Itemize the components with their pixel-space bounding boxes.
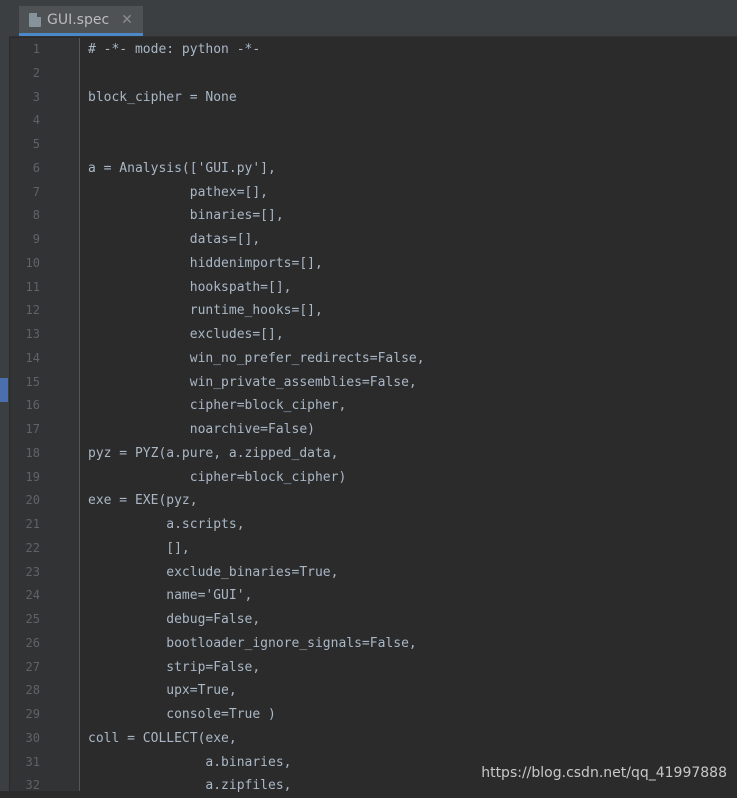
line-number: 27: [25, 659, 40, 674]
code-line: win_private_assemblies=False,: [88, 374, 417, 390]
line-number: 10: [25, 255, 40, 270]
code-line: cipher=block_cipher,: [88, 398, 347, 414]
line-number: 3: [32, 89, 40, 104]
code-line: noarchive=False): [88, 422, 315, 437]
line-number: 17: [25, 422, 40, 436]
code-line: console=True ): [88, 707, 276, 722]
code-line: binaries=[],: [88, 208, 284, 224]
code-line: pathex=[],: [88, 184, 269, 200]
code-line: # -*- mode: python -*-: [88, 42, 261, 57]
code-line: runtime_hooks=[],: [88, 303, 323, 319]
line-number: 28: [25, 683, 40, 698]
close-icon[interactable]: ✕: [121, 12, 133, 28]
line-number: 30: [25, 730, 40, 745]
line-number: 11: [25, 279, 40, 294]
code-line: coll = COLLECT(exe,: [88, 730, 237, 746]
tab-title: GUI.spec: [47, 11, 110, 28]
line-number: 31: [25, 754, 40, 769]
line-number: 14: [25, 350, 40, 365]
code-line: excludes=[],: [88, 327, 284, 342]
code-line: upx=True,: [88, 683, 237, 699]
code-line: name='GUI',: [88, 588, 253, 604]
code-line: hookspath=[],: [88, 279, 292, 295]
code-line: a = Analysis(['GUI.py'],: [88, 160, 276, 176]
line-number: 9: [32, 232, 40, 246]
line-number: 13: [25, 327, 40, 341]
line-number: 4: [32, 113, 40, 128]
line-number: 2: [32, 65, 40, 80]
line-number: 19: [25, 469, 40, 484]
code-line: a.scripts,: [88, 517, 245, 532]
line-number: 18: [25, 445, 40, 460]
line-number: 1: [32, 42, 40, 56]
code-line: exclude_binaries=True,: [88, 564, 339, 580]
code-line: bootloader_ignore_signals=False,: [88, 635, 417, 651]
code-line: cipher=block_cipher): [88, 469, 347, 485]
line-number: 26: [25, 635, 40, 650]
code-editor[interactable]: # -*- mode: python -*- block_cipher = Non…: [88, 38, 737, 793]
code-line: [],: [88, 540, 190, 556]
code-line: strip=False,: [88, 659, 261, 675]
line-number: 8: [32, 208, 40, 223]
tool-strip-marker: [0, 378, 8, 402]
code-line: block_cipher = None: [88, 89, 237, 105]
code-line: win_no_prefer_redirects=False,: [88, 350, 425, 366]
line-number: 16: [25, 398, 40, 413]
line-number: 7: [32, 184, 40, 199]
line-number: 24: [25, 588, 40, 603]
line-number: 25: [25, 612, 40, 626]
code-line: pyz = PYZ(a.pure, a.zipped_data,: [88, 445, 339, 461]
code-line: exe = EXE(pyz,: [88, 493, 198, 509]
line-number: 6: [32, 160, 40, 175]
line-number: 23: [25, 564, 40, 579]
line-number: 32: [25, 778, 40, 793]
editor-tab-bar: GUI.spec ✕: [9, 0, 737, 37]
code-line: datas=[],: [88, 232, 261, 247]
code-line: debug=False,: [88, 612, 261, 627]
line-number: 15: [25, 374, 40, 389]
line-number: 5: [32, 137, 40, 151]
tab-gui-spec[interactable]: GUI.spec ✕: [19, 6, 143, 36]
line-number: 21: [25, 517, 40, 531]
line-number: 29: [25, 707, 40, 721]
line-number: 12: [25, 303, 40, 318]
file-icon: [29, 12, 41, 27]
code-line: hiddenimports=[],: [88, 255, 323, 271]
left-tool-strip: [0, 0, 10, 791]
watermark: https://blog.csdn.net/qq_41997888: [481, 765, 727, 781]
line-numbers: 1 2 3 4 5 6 7 8 9 10 11 12 13 14 15 16 17 18 19 20 21 22 23 24 2…: [10, 38, 40, 798]
line-number: 22: [25, 540, 40, 555]
line-number: 20: [25, 493, 40, 508]
editor-gutter: 1 2 3 4 5 6 7 8 9 10 11 12 13 14 15 16 17 18 19 20 21 22 23 24 2…: [10, 38, 80, 792]
